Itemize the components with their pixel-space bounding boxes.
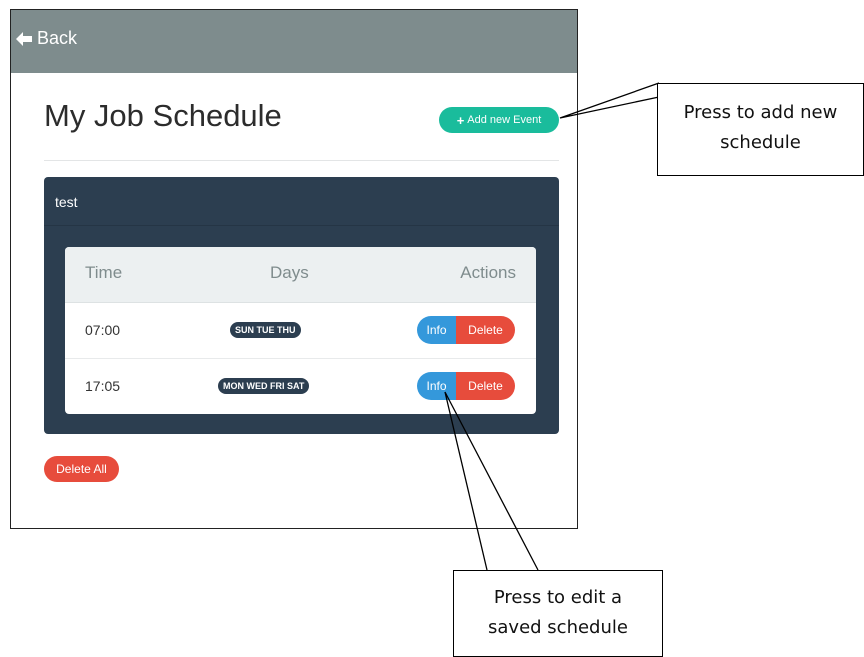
callout-add-line1: Press to add new [683,102,838,123]
callout-pointer-edit [444,391,539,571]
callout-add-note: Press to add new schedule [657,83,864,176]
callout-edit-note: Press to edit a saved schedule [453,570,663,657]
callout-edit-line1: Press to edit a [493,587,623,608]
callout-pointer-add [559,82,660,119]
callout-edit-line2: saved schedule [488,617,628,638]
callout-add-line2: schedule [720,132,801,153]
